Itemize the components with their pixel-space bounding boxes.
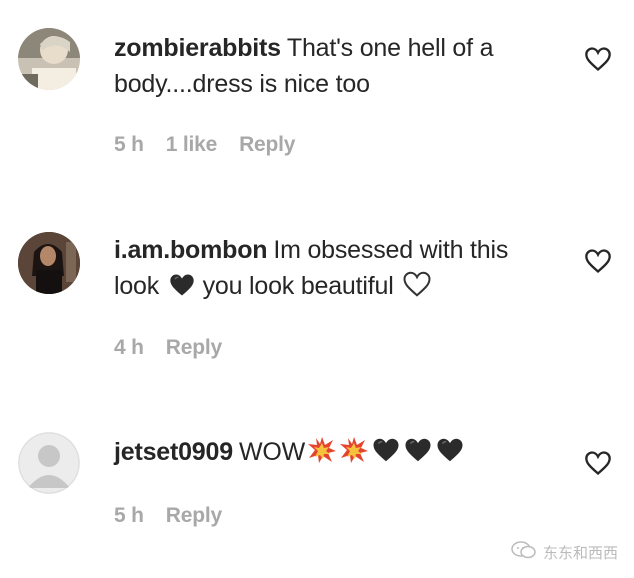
comment-time: 5 h (114, 504, 144, 527)
reply-button[interactable]: Reply (239, 133, 295, 157)
comment-username[interactable]: jetset0909 (114, 438, 233, 466)
black-heart-emoji (435, 436, 465, 474)
heart-outline-icon (585, 47, 611, 72)
comment-body-line2a: look (114, 272, 160, 300)
comment-body: WOW (238, 438, 305, 466)
comment-text: zombierabbits That's one hell of a body..… (114, 30, 564, 102)
comment-username[interactable]: i.am.bombon (114, 236, 268, 264)
comment-item: i.am.bombon Im obsessed with this look yo… (0, 200, 634, 380)
comment-time: 5 h (114, 133, 144, 156)
reply-button[interactable]: Reply (166, 504, 222, 528)
collision-emoji (339, 436, 369, 474)
comment-username[interactable]: zombierabbits (114, 34, 281, 62)
heart-outline-icon (585, 249, 611, 274)
white-heart-emoji (402, 270, 432, 308)
heart-outline-icon (585, 451, 611, 476)
comment-body: That's one hell of a (286, 34, 494, 62)
black-heart-emoji (371, 436, 401, 474)
avatar[interactable] (18, 432, 80, 494)
comment-time: 4 h (114, 336, 144, 359)
comment-body-line2b: you look beautiful (202, 272, 394, 300)
like-button[interactable] (584, 46, 612, 72)
black-heart-emoji (403, 436, 433, 474)
comment-body: Im obsessed with this (273, 236, 509, 264)
comment-text: i.am.bombon Im obsessed with this look yo… (114, 232, 564, 308)
comment-meta: 5 h 1 like Reply (114, 133, 295, 157)
reply-button[interactable]: Reply (166, 336, 222, 360)
likes-count[interactable]: 1 like (166, 133, 218, 157)
like-button[interactable] (584, 248, 612, 274)
collision-emoji (307, 436, 337, 474)
watermark-text: 东东和西西 (542, 543, 618, 562)
comment-item: zombierabbits That's one hell of a body..… (0, 0, 634, 200)
avatar[interactable] (18, 28, 80, 90)
comment-meta: 5 h Reply (114, 504, 222, 528)
avatar[interactable] (18, 232, 80, 294)
wechat-icon (511, 540, 537, 564)
comment-meta: 4 h Reply (114, 336, 222, 360)
black-heart-emoji (168, 272, 196, 308)
like-button[interactable] (584, 450, 612, 476)
comment-body-line2: body....dress is nice too (114, 70, 370, 98)
watermark: 东东和西西 (511, 540, 618, 564)
comment-text: jetset0909 WOW (114, 434, 564, 474)
